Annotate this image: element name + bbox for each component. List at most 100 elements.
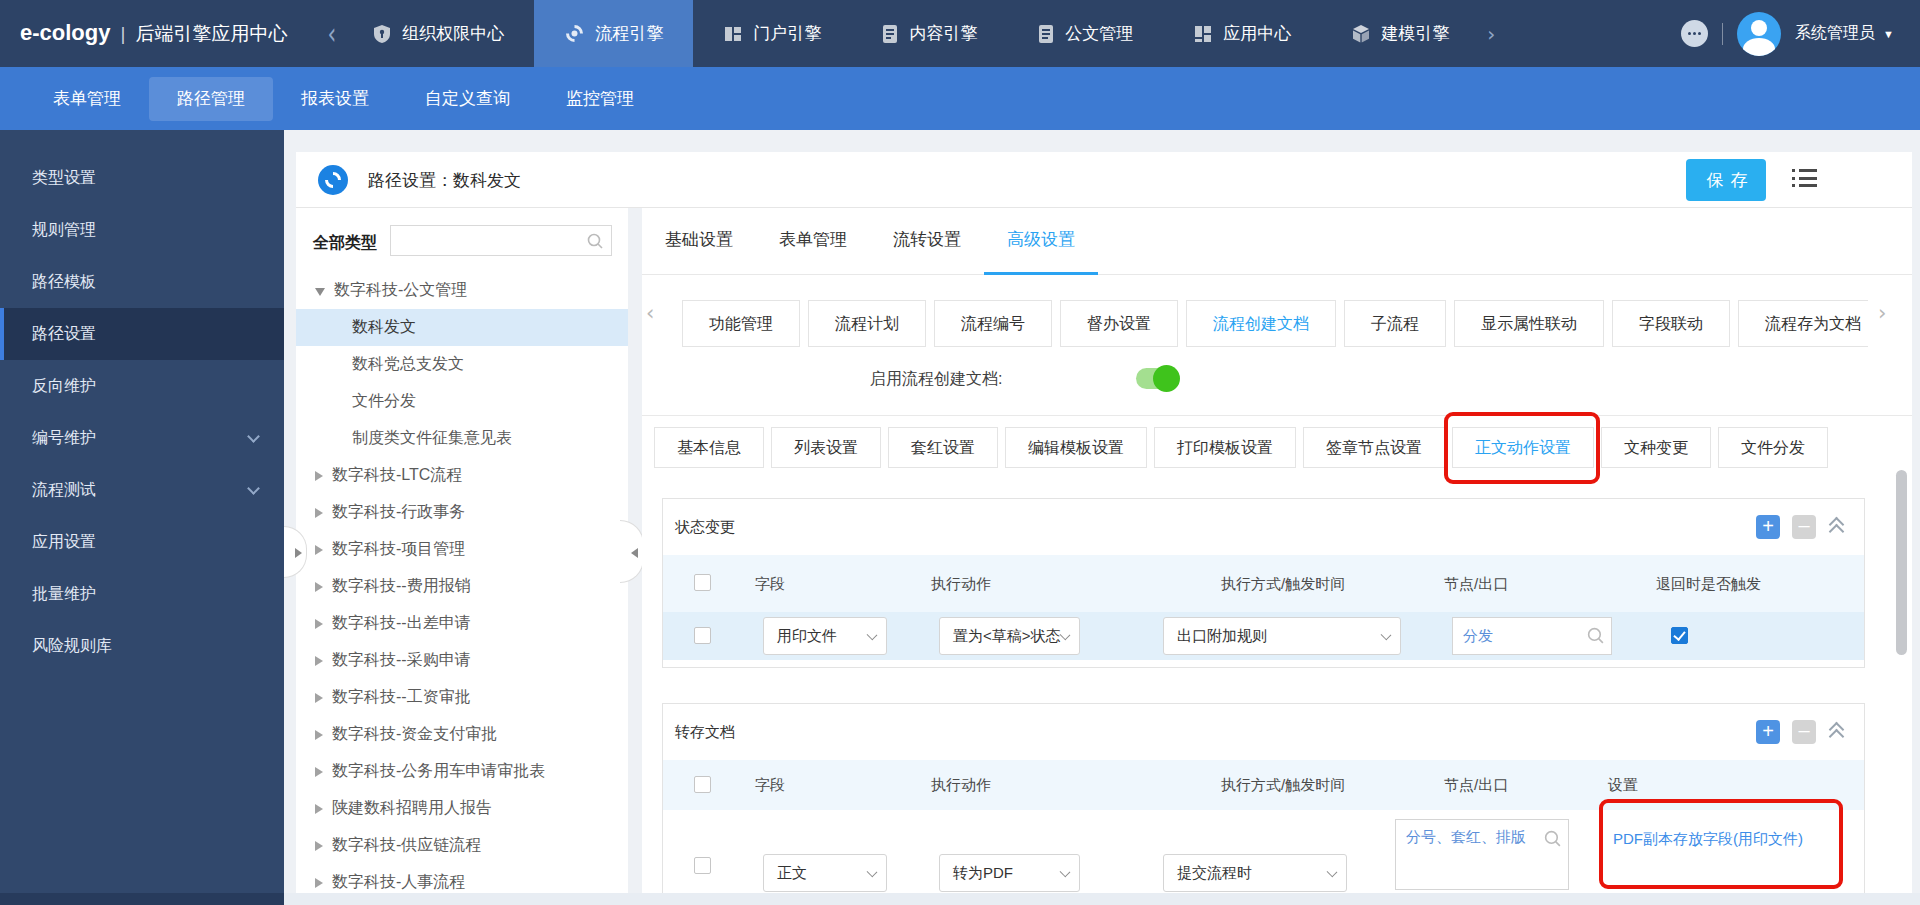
field-select[interactable]: 正文 — [763, 854, 887, 892]
caret-right-icon[interactable] — [315, 471, 323, 481]
collapse-section-icon[interactable] — [1828, 721, 1850, 743]
row-checkbox[interactable] — [694, 857, 711, 874]
tree-node-selected[interactable]: 数科发文 — [296, 309, 628, 346]
modulenav-item-form[interactable]: 表单管理 — [25, 77, 149, 121]
nav-forward-icon[interactable]: › — [1479, 22, 1503, 46]
tree-node[interactable]: 数字科技-供应链流程 — [296, 827, 628, 864]
subtab-field-linkage[interactable]: 字段联动 — [1612, 300, 1730, 347]
topnav-item-portal[interactable]: 门户引擎 — [693, 0, 851, 67]
tree-node[interactable]: 文件分发 — [296, 383, 628, 420]
topnav-item-content[interactable]: 内容引擎 — [851, 0, 1007, 67]
doctab-edit-template[interactable]: 编辑模板设置 — [1005, 427, 1147, 468]
node-search-input[interactable]: 分发 — [1452, 617, 1612, 655]
select-all-checkbox[interactable] — [694, 776, 711, 793]
field-select[interactable]: 用印文件 — [763, 617, 887, 655]
doctab-basic-info[interactable]: 基本信息 — [654, 427, 764, 468]
tree-node[interactable]: 陕建数科招聘用人报告 — [296, 790, 628, 827]
enable-doc-toggle[interactable] — [1136, 368, 1178, 389]
tree-node[interactable]: 数字科技-LTC流程 — [296, 457, 628, 494]
subtab-flow-plan[interactable]: 流程计划 — [808, 300, 926, 347]
caret-right-icon[interactable] — [315, 582, 323, 592]
tree-node[interactable]: 数字科技-项目管理 — [296, 531, 628, 568]
topnav-item-workflow[interactable]: 流程引擎 — [534, 0, 693, 67]
sidebar-item-reverse-maint[interactable]: 反向维护 — [0, 360, 284, 412]
caret-right-icon[interactable] — [315, 841, 323, 851]
collapse-section-icon[interactable] — [1828, 516, 1850, 538]
subtab-save-as-doc[interactable]: 流程存为文档 — [1738, 300, 1868, 347]
tree-node[interactable]: 数字科技--出差申请 — [296, 605, 628, 642]
user-menu-caret-icon[interactable]: ▼ — [1883, 28, 1894, 40]
trigger-checkbox[interactable] — [1671, 627, 1688, 644]
more-options-icon[interactable] — [1681, 20, 1708, 47]
caret-right-icon[interactable] — [315, 545, 323, 555]
topnav-item-modeling[interactable]: 建模引擎 — [1321, 0, 1479, 67]
remove-row-button[interactable]: – — [1792, 515, 1816, 539]
doctab-list-settings[interactable]: 列表设置 — [771, 427, 881, 468]
method-select[interactable]: 出口附加规则 — [1163, 617, 1401, 655]
tab-form-mgmt[interactable]: 表单管理 — [756, 208, 870, 274]
caret-right-icon[interactable] — [315, 878, 323, 888]
modulenav-item-custom-query[interactable]: 自定义查询 — [397, 77, 538, 121]
doctab-body-action[interactable]: 正文动作设置 — [1452, 427, 1594, 468]
caret-right-icon[interactable] — [315, 508, 323, 518]
row-checkbox[interactable] — [694, 627, 711, 644]
caret-right-icon[interactable] — [315, 656, 323, 666]
tree-node[interactable]: 数字科技-资金支付审批 — [296, 716, 628, 753]
tree-node[interactable]: 制度类文件征集意见表 — [296, 420, 628, 457]
tree-search-input[interactable] — [390, 225, 612, 256]
doctab-doctype-change[interactable]: 文种变更 — [1601, 427, 1711, 468]
remove-row-button[interactable]: – — [1792, 720, 1816, 744]
sidebar-item-rule-mgmt[interactable]: 规则管理 — [0, 204, 284, 256]
add-row-button[interactable]: + — [1756, 720, 1780, 744]
tree-node[interactable]: 数字科技--工资审批 — [296, 679, 628, 716]
topnav-item-official-doc[interactable]: 公文管理 — [1007, 0, 1163, 67]
tree-node[interactable]: 数字科技--采购申请 — [296, 642, 628, 679]
tab-flow-settings[interactable]: 流转设置 — [870, 208, 984, 274]
subtab-flow-number[interactable]: 流程编号 — [934, 300, 1052, 347]
sidebar-item-path-settings[interactable]: 路径设置 — [0, 308, 284, 360]
add-row-button[interactable]: + — [1756, 515, 1780, 539]
action-select[interactable]: 置为<草稿>状态 — [939, 617, 1080, 655]
subtab-subflow[interactable]: 子流程 — [1344, 300, 1446, 347]
sidebar-item-number-maint[interactable]: 编号维护 — [0, 412, 284, 464]
modulenav-item-report[interactable]: 报表设置 — [273, 77, 397, 121]
scroll-right-icon[interactable]: › — [1878, 301, 1886, 325]
vertical-scrollbar[interactable] — [1896, 470, 1907, 655]
avatar[interactable] — [1737, 12, 1781, 56]
sidebar-item-workflow-test[interactable]: 流程测试 — [0, 464, 284, 516]
user-name[interactable]: 系统管理员 — [1795, 23, 1875, 44]
tree-filter-label[interactable]: 全部类型 — [313, 233, 377, 254]
action-select[interactable]: 转为PDF — [939, 854, 1080, 892]
subtab-display-linkage[interactable]: 显示属性联动 — [1454, 300, 1604, 347]
subtab-flow-create-doc[interactable]: 流程创建文档 — [1186, 300, 1336, 347]
tree-collapse-handle[interactable] — [620, 520, 644, 583]
topnav-item-org[interactable]: 组织权限中心 — [342, 0, 534, 67]
tab-advanced-settings[interactable]: 高级设置 — [984, 208, 1098, 274]
subtab-function-mgmt[interactable]: 功能管理 — [682, 300, 800, 347]
caret-right-icon[interactable] — [315, 767, 323, 777]
topnav-item-app-center[interactable]: 应用中心 — [1163, 0, 1321, 67]
doctab-red-header[interactable]: 套红设置 — [888, 427, 998, 468]
tree-node[interactable]: 数科党总支发文 — [296, 346, 628, 383]
caret-down-icon[interactable] — [315, 288, 325, 296]
caret-right-icon[interactable] — [315, 693, 323, 703]
doctab-file-dispatch[interactable]: 文件分发 — [1718, 427, 1828, 468]
modulenav-item-monitor[interactable]: 监控管理 — [538, 77, 662, 121]
caret-right-icon[interactable] — [315, 730, 323, 740]
tree-node[interactable]: 数字科技-行政事务 — [296, 494, 628, 531]
tree-node[interactable]: 数字科技--费用报销 — [296, 568, 628, 605]
scroll-left-icon[interactable]: ‹ — [646, 301, 654, 325]
sidebar-item-type-settings[interactable]: 类型设置 — [0, 152, 284, 204]
tree-node[interactable]: 数字科技-公务用车申请审批表 — [296, 753, 628, 790]
modulenav-item-path[interactable]: 路径管理 — [149, 77, 273, 121]
subtab-supervise[interactable]: 督办设置 — [1060, 300, 1178, 347]
list-menu-icon[interactable] — [1792, 169, 1817, 191]
tab-basic-settings[interactable]: 基础设置 — [642, 208, 756, 274]
pdf-copy-field-link[interactable]: PDF副本存放字段(用印文件) — [1613, 824, 1811, 853]
caret-right-icon[interactable] — [315, 619, 323, 629]
method-select[interactable]: 提交流程时 — [1163, 854, 1347, 892]
tree-node[interactable]: 数字科技-公文管理 — [296, 272, 628, 309]
select-all-checkbox[interactable] — [694, 574, 711, 591]
save-button[interactable]: 保存 — [1686, 159, 1766, 201]
sidebar-item-risk-rules[interactable]: 风险规则库 — [0, 620, 284, 672]
